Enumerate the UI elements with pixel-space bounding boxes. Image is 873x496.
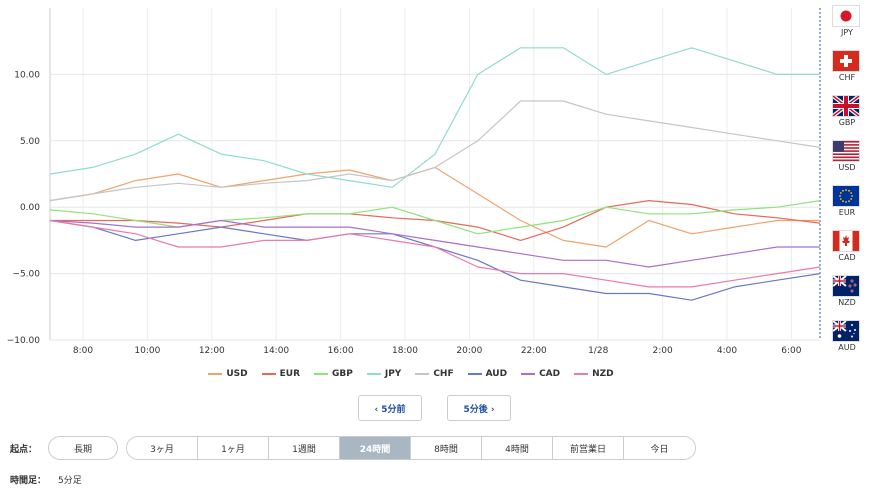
series-line-chf xyxy=(49,100,821,202)
period-option[interactable]: 8時間 xyxy=(411,437,482,459)
currency-code-label: NZD xyxy=(838,298,856,307)
series-line-cad xyxy=(49,219,820,268)
legend-item-aud[interactable]: AUD xyxy=(467,366,508,382)
y-tick-label: 0.00 xyxy=(20,203,40,213)
period-option[interactable]: 1ヶ月 xyxy=(198,437,269,459)
period-option[interactable]: 1週間 xyxy=(269,437,340,459)
x-tick-label: 4:00 xyxy=(717,346,737,356)
period-option[interactable]: 今日 xyxy=(624,437,695,459)
chart-legend: USD EUR GBP JPY CHF AUD CAD NZD xyxy=(0,366,822,382)
y-tick-label: 10.00 xyxy=(14,70,40,80)
x-tick-label: 2:00 xyxy=(652,346,672,356)
long-term-button[interactable]: 長期 xyxy=(48,436,118,460)
legend-label: USD xyxy=(226,369,248,379)
legend-item-jpy[interactable]: JPY xyxy=(366,366,402,382)
prev-5min-button[interactable]: ‹ 5分前 xyxy=(358,395,422,421)
legend-item-cad[interactable]: CAD xyxy=(521,366,560,382)
timeframe-label: 時間足： xyxy=(10,476,47,486)
x-tick-label: 12:00 xyxy=(199,346,225,356)
start-point-label: 起点： xyxy=(10,445,38,455)
series-line-aud xyxy=(49,219,821,301)
currency-code-label: JPY xyxy=(841,28,853,37)
period-option[interactable]: 前営業日 xyxy=(553,437,624,459)
currency-flag-eur[interactable]: EUR xyxy=(832,185,862,218)
currency-code-label: USD xyxy=(838,163,856,172)
legend-label: CAD xyxy=(539,369,561,379)
legend-item-eur[interactable]: EUR xyxy=(261,366,300,382)
australia-flag-icon xyxy=(832,320,860,342)
y-tick-label: −10.00 xyxy=(7,336,41,346)
currency-flag-column: JPY CHF GBP USD EUR CAD NZD AUD xyxy=(822,5,872,360)
y-tick-label: 5.00 xyxy=(20,137,40,147)
legend-item-nzd[interactable]: NZD xyxy=(574,366,614,382)
usa-flag-icon xyxy=(832,140,860,162)
currency-flag-nzd[interactable]: NZD xyxy=(832,275,862,308)
legend-swatch xyxy=(521,372,536,375)
legend-item-chf[interactable]: CHF xyxy=(415,366,454,382)
currency-flag-cad[interactable]: CAD xyxy=(832,230,862,263)
x-tick-label: 18:00 xyxy=(392,346,418,356)
currency-code-label: GBP xyxy=(838,118,856,127)
x-tick-label: 14:00 xyxy=(263,346,289,356)
uk-flag-icon xyxy=(832,95,860,117)
legend-item-gbp[interactable]: GBP xyxy=(314,366,353,382)
legend-swatch xyxy=(261,372,276,375)
series-line-nzd xyxy=(49,219,821,288)
currency-flag-aud[interactable]: AUD xyxy=(832,320,862,353)
currency-code-label: CHF xyxy=(838,73,856,82)
currency-code-label: EUR xyxy=(838,208,856,217)
currency-code-label: AUD xyxy=(838,343,856,352)
series-line-jpy xyxy=(49,47,820,188)
legend-swatch xyxy=(415,372,430,375)
y-tick-label: −5.00 xyxy=(12,270,40,280)
x-tick-label: 22:00 xyxy=(521,346,547,356)
timeframe-value: 5分足 xyxy=(58,476,82,486)
legend-swatch xyxy=(366,372,381,375)
legend-swatch xyxy=(208,372,223,375)
x-tick-label: 8:00 xyxy=(73,346,93,356)
legend-label: NZD xyxy=(592,369,614,379)
period-option[interactable]: 4時間 xyxy=(482,437,553,459)
period-option[interactable]: 3ヶ月 xyxy=(127,437,198,459)
legend-label: GBP xyxy=(332,369,353,379)
legend-swatch xyxy=(574,372,589,375)
x-tick-label: 10:00 xyxy=(134,346,160,356)
series-line-gbp xyxy=(49,200,821,235)
period-option[interactable]: 24時間 xyxy=(340,437,411,459)
currency-flag-jpy[interactable]: JPY xyxy=(832,5,862,38)
x-tick-label: 1/28 xyxy=(588,346,608,356)
currency-flag-gbp[interactable]: GBP xyxy=(832,95,862,128)
x-tick-label: 20:00 xyxy=(456,346,482,356)
currency-code-label: CAD xyxy=(838,253,856,262)
canada-flag-icon xyxy=(832,230,860,252)
legend-swatch xyxy=(467,372,482,375)
next-5min-button[interactable]: 5分後 › xyxy=(447,395,511,421)
x-tick-label: 6:00 xyxy=(781,346,801,356)
x-tick-label: 16:00 xyxy=(328,346,354,356)
japan-flag-icon xyxy=(832,5,860,27)
switzerland-flag-icon xyxy=(832,50,860,72)
period-selector: 3ヶ月 1ヶ月 1週間 24時間 8時間 4時間 前営業日 今日 xyxy=(126,436,696,460)
legend-label: JPY xyxy=(384,369,402,379)
currency-flag-chf[interactable]: CHF xyxy=(832,50,862,83)
currency-flag-usd[interactable]: USD xyxy=(832,140,862,173)
timeframe-info: 時間足： 5分足 xyxy=(10,473,82,486)
legend-label: CHF xyxy=(433,369,454,379)
legend-item-usd[interactable]: USD xyxy=(208,366,248,382)
currency-strength-chart: 10.00 5.00 0.00 −5.00 −10.00 8:00 10:00 12:00 14… xyxy=(7,8,821,356)
legend-label: AUD xyxy=(485,369,508,379)
legend-swatch xyxy=(314,372,328,375)
eu-flag-icon xyxy=(832,185,860,207)
new-zealand-flag-icon xyxy=(832,275,860,297)
legend-label: EUR xyxy=(279,369,300,379)
